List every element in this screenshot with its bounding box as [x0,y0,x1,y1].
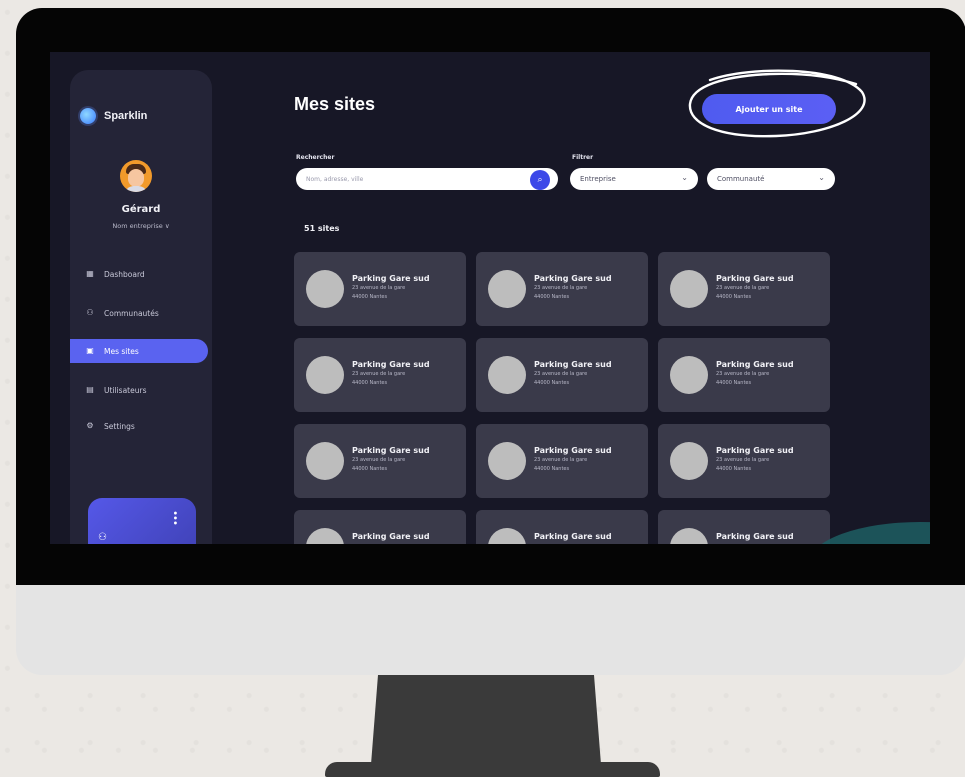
brand[interactable]: Sparklin [80,108,147,124]
sidebar-item-communautes[interactable]: ⚇ Communautés [70,301,212,325]
site-image [670,442,708,480]
promo-card[interactable]: ••• ⚇ [88,498,196,544]
site-title: Parking Gare sud [534,360,612,369]
site-image [488,270,526,308]
sidebar-item-settings[interactable]: ⚙ Settings [70,414,212,438]
site-address: 23 avenue de la gare [534,285,588,291]
company-select[interactable]: Entreprise ⌄ [570,168,698,190]
site-address: 23 avenue de la gare [534,457,588,463]
brand-name: Sparklin [104,110,148,122]
site-card[interactable]: Parking Gare sud 23 avenue de la gare 44… [658,424,830,498]
sidebar-item-utilisateurs[interactable]: ▤ Utilisateurs [70,378,212,402]
sites-count: 51 sites [304,224,340,233]
site-image [306,528,344,544]
site-title: Parking Gare sud [534,446,612,455]
site-address: 23 avenue de la gare [352,371,406,377]
site-city: 44000 Nantes [534,466,570,472]
site-address: 23 avenue de la gare [534,371,588,377]
site-card[interactable]: Parking Gare sud 23 avenue de la gare 44… [294,338,466,412]
site-image [306,356,344,394]
chevron-down-icon: ⌄ [681,173,688,182]
site-address: 23 avenue de la gare [352,457,406,463]
site-image [488,356,526,394]
page-title: Mes sites [294,94,376,114]
sidebar-item-mes-sites[interactable]: ▣ Mes sites [70,339,208,363]
gear-icon: ⚙ [86,421,94,430]
site-title: Parking Gare sud [352,360,430,369]
dashboard-icon: ▦ [86,269,94,278]
site-city: 44000 Nantes [534,294,570,300]
monitor-stand [370,675,602,767]
site-image [670,356,708,394]
site-city: 44000 Nantes [352,380,388,386]
site-title: Parking Gare sud [352,532,430,541]
search-input[interactable]: Nom, adresse, ville [296,168,558,190]
sidebar-item-label: Dashboard [104,269,145,279]
filter-label: Filtrer [572,154,594,161]
site-card[interactable]: Parking Gare sud 23 avenue de la gare 44… [658,338,830,412]
site-city: 44000 Nantes [352,466,388,472]
users-icon: ⚇ [86,308,94,317]
community-select[interactable]: Communauté ⌄ [707,168,835,190]
site-address: 23 avenue de la gare [716,371,770,377]
site-title: Parking Gare sud [716,274,794,283]
screen: Sparklin Gérard Nom entreprise ∨ ▦ Dashb… [50,52,930,544]
site-image [670,270,708,308]
avatar[interactable] [120,160,152,192]
site-card[interactable]: Parking Gare sud [294,510,466,544]
site-address: 23 avenue de la gare [716,457,770,463]
sidebar-item-label: Utilisateurs [104,385,147,395]
site-title: Parking Gare sud [716,532,794,541]
user-name: Gérard [121,204,161,215]
site-city: 44000 Nantes [534,380,570,386]
sidebar-item-label: Mes sites [104,346,139,356]
monitor-chin [16,585,965,675]
site-address: 23 avenue de la gare [716,285,770,291]
site-title: Parking Gare sud [716,360,794,369]
search-icon: ⌕ [537,175,543,185]
site-city: 44000 Nantes [716,294,752,300]
site-card[interactable]: Parking Gare sud 23 avenue de la gare 44… [476,252,648,326]
site-card[interactable]: Parking Gare sud 23 avenue de la gare 44… [294,252,466,326]
site-city: 44000 Nantes [716,466,752,472]
site-title: Parking Gare sud [352,446,430,455]
site-image [306,270,344,308]
site-image [488,528,526,544]
sparklin-logo-icon [80,108,96,124]
site-address: 23 avenue de la gare [352,285,406,291]
site-card[interactable]: Parking Gare sud 23 avenue de la gare 44… [294,424,466,498]
sidebar-item-dashboard[interactable]: ▦ Dashboard [70,262,212,286]
people-icon: ⚇ [98,532,107,543]
site-title: Parking Gare sud [352,274,430,283]
monitor-stand-base [325,762,660,777]
company-selector[interactable]: Nom entreprise ∨ [70,222,212,230]
sidebar-item-label: Communautés [104,308,159,318]
site-city: 44000 Nantes [352,294,388,300]
site-card[interactable]: Parking Gare sud [658,510,830,544]
site-title: Parking Gare sud [716,446,794,455]
search-button[interactable]: ⌕ [530,170,550,190]
site-card[interactable]: Parking Gare sud 23 avenue de la gare 44… [476,338,648,412]
sidebar-item-label: Settings [104,421,135,431]
calendar-icon: ▤ [86,385,94,394]
site-card[interactable]: Parking Gare sud 23 avenue de la gare 44… [658,252,830,326]
more-icon[interactable]: ••• [169,510,180,525]
highlight-circle [688,69,866,138]
sites-icon: ▣ [86,346,94,355]
site-card[interactable]: Parking Gare sud 23 avenue de la gare 44… [476,424,648,498]
site-title: Parking Gare sud [534,532,612,541]
site-title: Parking Gare sud [534,274,612,283]
site-image [306,442,344,480]
site-city: 44000 Nantes [716,380,752,386]
search-label: Rechercher [296,154,335,161]
site-image [670,528,708,544]
site-image [488,442,526,480]
chevron-down-icon: ⌄ [818,173,825,182]
site-card[interactable]: Parking Gare sud [476,510,648,544]
